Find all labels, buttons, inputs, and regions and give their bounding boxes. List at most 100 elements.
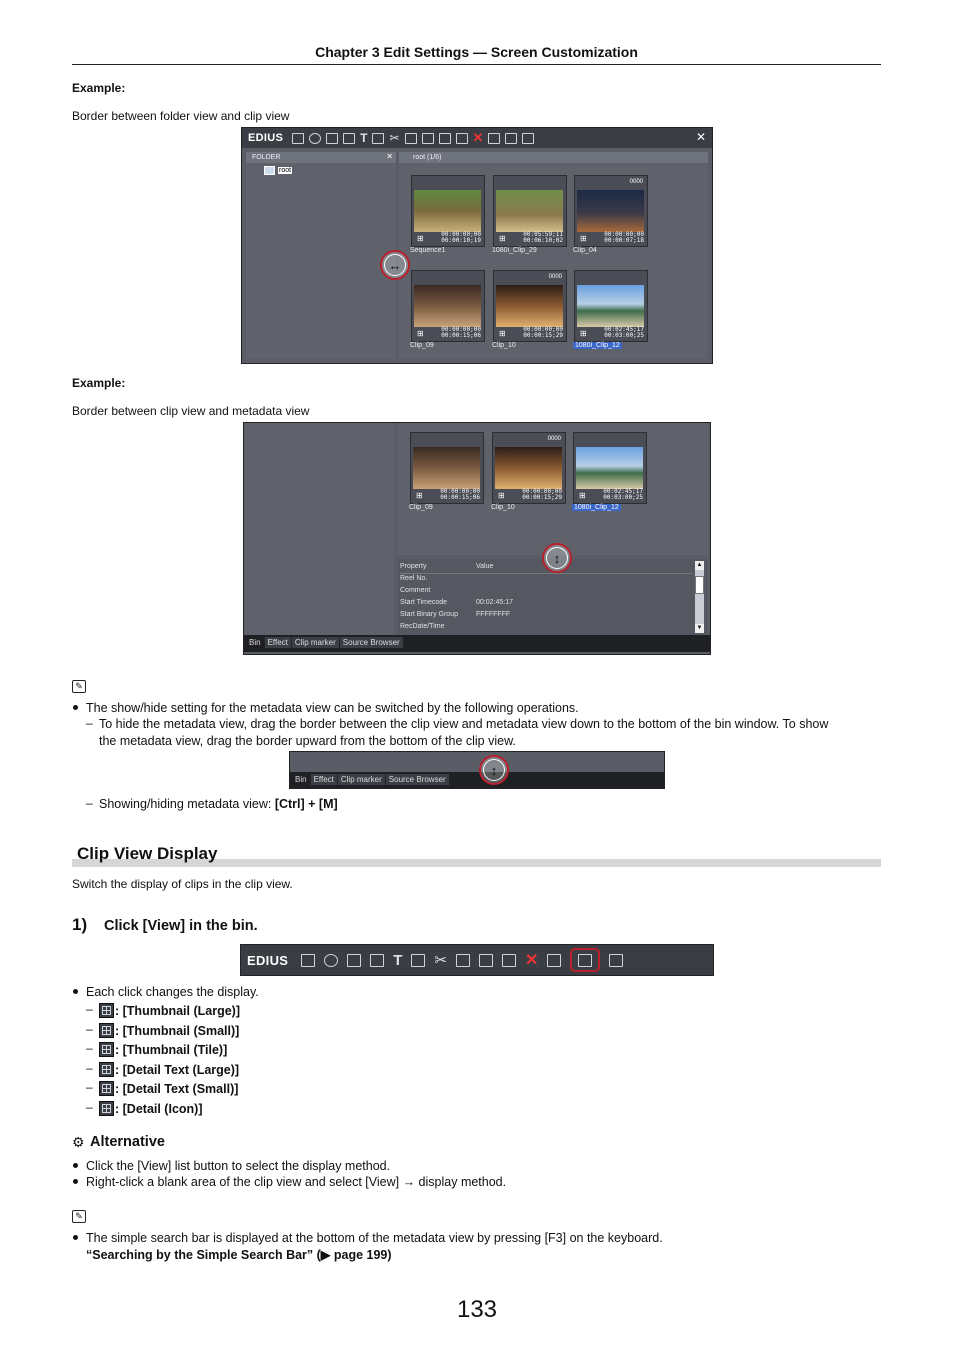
view-icon[interactable] [505, 132, 518, 144]
clip-preview-image [496, 285, 563, 327]
title-icon[interactable]: T [360, 131, 367, 145]
timeline-icon[interactable] [501, 953, 516, 967]
metadata-row[interactable]: Comment [400, 585, 692, 597]
scroll-down-icon[interactable]: ▼ [695, 624, 704, 633]
view-mode-item: : [Detail Text (Large)] [99, 1061, 239, 1079]
color-bar-icon[interactable] [372, 132, 385, 144]
copy-icon[interactable] [455, 953, 470, 967]
vertical-resize-handle[interactable]: ↕ [479, 755, 509, 785]
metadata-row[interactable]: Start Timecode 00:02:45:17 [400, 597, 692, 609]
player-icon[interactable] [478, 953, 493, 967]
bullet-dot [73, 1235, 78, 1240]
folder-close-icon[interactable]: ✕ [386, 152, 393, 161]
view-mode-item: : [Detail (Icon)] [99, 1101, 203, 1118]
import-icon[interactable] [370, 953, 385, 967]
tab-effect[interactable]: Effect [310, 774, 338, 785]
up-folder-icon[interactable] [347, 953, 362, 967]
step-number: 1) [72, 915, 88, 934]
search-icon[interactable] [309, 132, 322, 144]
film-icon: ⊞ [417, 329, 424, 338]
clip-timecode: 00:00:00;00 00:00:15;29 [523, 327, 563, 339]
clip-name: 1080i_Clip_12 [572, 504, 621, 511]
paste-icon[interactable] [421, 132, 434, 144]
properties-icon[interactable] [547, 953, 562, 967]
cut-icon[interactable]: ✂ [434, 951, 447, 969]
section-bullet: Each click changes the display. [86, 985, 259, 999]
root-label: root [278, 167, 293, 174]
metadata-row[interactable]: Reel No. [400, 573, 692, 585]
property-column-header: Property [400, 563, 427, 570]
step-text: Click [View] in the bin. [104, 918, 258, 934]
player-icon[interactable] [438, 132, 451, 144]
clip-pane: ⊞ 00:00:00;00 00:00:15;06 Clip_09 0000 ⊞ 00:00… [398, 423, 708, 555]
clip-duration-timecode: 00:00:15;29 [523, 332, 563, 339]
clip-name: Clip_09 [410, 342, 434, 349]
metadata-scrollbar[interactable]: ▲ ▼ [695, 561, 704, 633]
metadata-property: Start Timecode [400, 599, 448, 606]
clip-thumbnail[interactable]: ⊞ 00:05:59;11 00:06:10;02 [493, 175, 567, 247]
screenshot-tab-bar: Bin Effect Clip marker Source Browser ↕ [289, 751, 665, 789]
note-icon: ✎ [72, 680, 86, 693]
clip-thumbnail[interactable]: 0000 ⊞ 00:00:00;00 00:00:15;29 [493, 270, 567, 342]
folder-root-item[interactable]: root [264, 166, 293, 175]
note-icon: ✎ [72, 1210, 86, 1223]
dash: – [86, 716, 93, 730]
tab-source-browser[interactable]: Source Browser [339, 637, 404, 648]
example1-label: Example: [72, 81, 126, 95]
example2-label: Example: [72, 376, 126, 390]
film-icon: ⊞ [499, 234, 506, 243]
view-mode-item: : [Thumbnail (Tile)] [99, 1042, 227, 1059]
metadata-row[interactable]: Start Binary Group FFFFFFFF [400, 609, 692, 621]
import-icon[interactable] [343, 132, 356, 144]
clip-preview-image [496, 190, 563, 232]
vertical-resize-handle[interactable]: ↕ [542, 543, 572, 573]
page-number: 133 [456, 1296, 498, 1323]
film-icon: ⊞ [498, 491, 505, 500]
delete-icon[interactable]: ✕ [525, 950, 538, 970]
search-icon[interactable] [324, 953, 339, 967]
bullet-dot [73, 989, 78, 994]
view-button[interactable] [570, 948, 601, 972]
tab-bin[interactable]: Bin [246, 637, 265, 648]
up-folder-icon[interactable] [326, 132, 339, 144]
timeline-icon[interactable] [455, 132, 468, 144]
view-mode-icon [99, 1042, 114, 1058]
clip-timecode: 00:00:00;00 00:00:15;06 [440, 489, 480, 501]
copy-icon[interactable] [404, 132, 417, 144]
horizontal-resize-handle[interactable]: ↔ [380, 250, 410, 280]
tab-bin[interactable]: Bin [292, 774, 311, 785]
scroll-up-icon[interactable]: ▲ [695, 561, 704, 570]
tab-source-browser[interactable]: Source Browser [385, 774, 450, 785]
clip-thumbnail[interactable]: 0000 ⊞ 00:00:00;00 00:00:07;18 [574, 175, 648, 247]
metadata-rows: Reel No. Comment Start Timecode 00:02:45:17… [400, 573, 692, 633]
delete-icon[interactable]: ✕ [473, 130, 484, 146]
metadata-row[interactable]: RecDate/Time [400, 621, 692, 633]
view-mode-icon [99, 1022, 114, 1038]
note1-sub1b: the metadata view, drag the border upwar… [99, 734, 516, 748]
properties-icon[interactable] [488, 132, 501, 144]
open-bin-icon[interactable] [522, 132, 535, 144]
title-icon[interactable]: T [393, 952, 402, 969]
cut-icon[interactable]: ✂ [389, 131, 399, 145]
view-mode-icon [99, 1061, 114, 1077]
clip-thumbnail[interactable]: ⊞ 00:02:45;17 00:03:00;25 [574, 270, 648, 342]
dash: – [86, 1041, 93, 1056]
color-bar-icon[interactable] [411, 953, 426, 967]
clip-thumbnail[interactable]: ⊞ 00:00:00;00 00:00:15;06 [411, 270, 485, 342]
clip-name: Clip_10 [491, 504, 515, 511]
clip-thumbnail[interactable]: ⊞ 00:00:00;00 00:00:10;19 [411, 175, 485, 247]
clip-thumbnail[interactable]: 0000 ⊞ 00:00:00;00 00:00:15;29 [492, 432, 566, 504]
alternative-item-2: Right-click a blank area of the clip vie… [86, 1175, 507, 1189]
clip-thumbnail[interactable]: ⊞ 00:00:00;00 00:00:15;06 [410, 432, 484, 504]
folder-icon[interactable] [292, 132, 305, 144]
dash: – [86, 1080, 93, 1095]
tab-clip-marker[interactable]: Clip marker [337, 774, 386, 785]
note2-link[interactable]: “Searching by the Simple Search Bar” (▶ … [86, 1247, 392, 1264]
close-icon[interactable]: ✕ [696, 130, 706, 144]
clip-thumbnail[interactable]: ⊞ 00:02:45;17 00:03:00;25 [573, 432, 647, 504]
scroll-thumb[interactable] [695, 576, 704, 594]
tab-effect[interactable]: Effect [264, 637, 292, 648]
tab-clip-marker[interactable]: Clip marker [291, 637, 340, 648]
open-bin-icon[interactable] [609, 953, 624, 967]
folder-icon[interactable] [301, 953, 316, 967]
